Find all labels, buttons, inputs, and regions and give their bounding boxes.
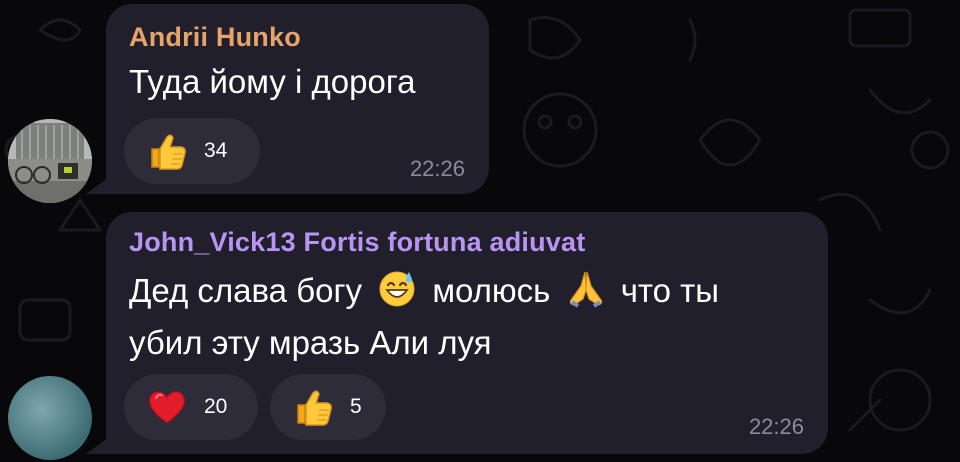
message-line: убил эту мразь Али луя <box>129 324 492 361</box>
message-text: Дед слава богу молюсь что ты убил эту мр… <box>129 265 719 369</box>
grinning-sweat-emoji <box>379 271 415 307</box>
reaction-count: 20 <box>204 395 228 418</box>
sender-name[interactable]: John_Vick13 Fortis fortuna adiuvat <box>129 227 585 258</box>
message-timestamp: 22:26 <box>409 156 465 181</box>
red-heart-icon <box>148 391 186 424</box>
avatar-photo <box>8 119 92 203</box>
thumbs-up-icon <box>151 134 186 170</box>
message-bubble[interactable]: John_Vick13 Fortis fortuna adiuvat Дед с… <box>106 212 828 454</box>
reaction-thumbs-up[interactable]: 5 <box>270 374 386 440</box>
message-timestamp: 22:26 <box>748 414 804 439</box>
thumbs-up-icon <box>297 390 332 426</box>
message-fragment: что ты <box>620 272 719 309</box>
reaction-thumbs-up[interactable]: 34 <box>124 118 260 184</box>
sender-avatar[interactable] <box>8 376 92 460</box>
reaction-count: 5 <box>350 395 362 418</box>
reaction-count: 34 <box>204 139 228 162</box>
message-fragment: Дед слава богу <box>129 272 362 309</box>
sender-name[interactable]: Andrii Hunko <box>129 22 301 53</box>
message-bubble[interactable]: Andrii Hunko Туда йому і дорога 34 22:26 <box>106 4 489 194</box>
sender-avatar[interactable] <box>8 119 92 203</box>
reaction-heart[interactable]: 20 <box>124 374 258 440</box>
message-text: Туда йому і дорога <box>129 63 416 100</box>
message-fragment: молюсь <box>432 272 551 309</box>
message-line: Дед слава богу молюсь что ты <box>129 265 719 317</box>
chat-view: Andrii Hunko Туда йому і дорога 34 22:26… <box>0 0 960 462</box>
folded-hands-emoji <box>569 271 602 308</box>
